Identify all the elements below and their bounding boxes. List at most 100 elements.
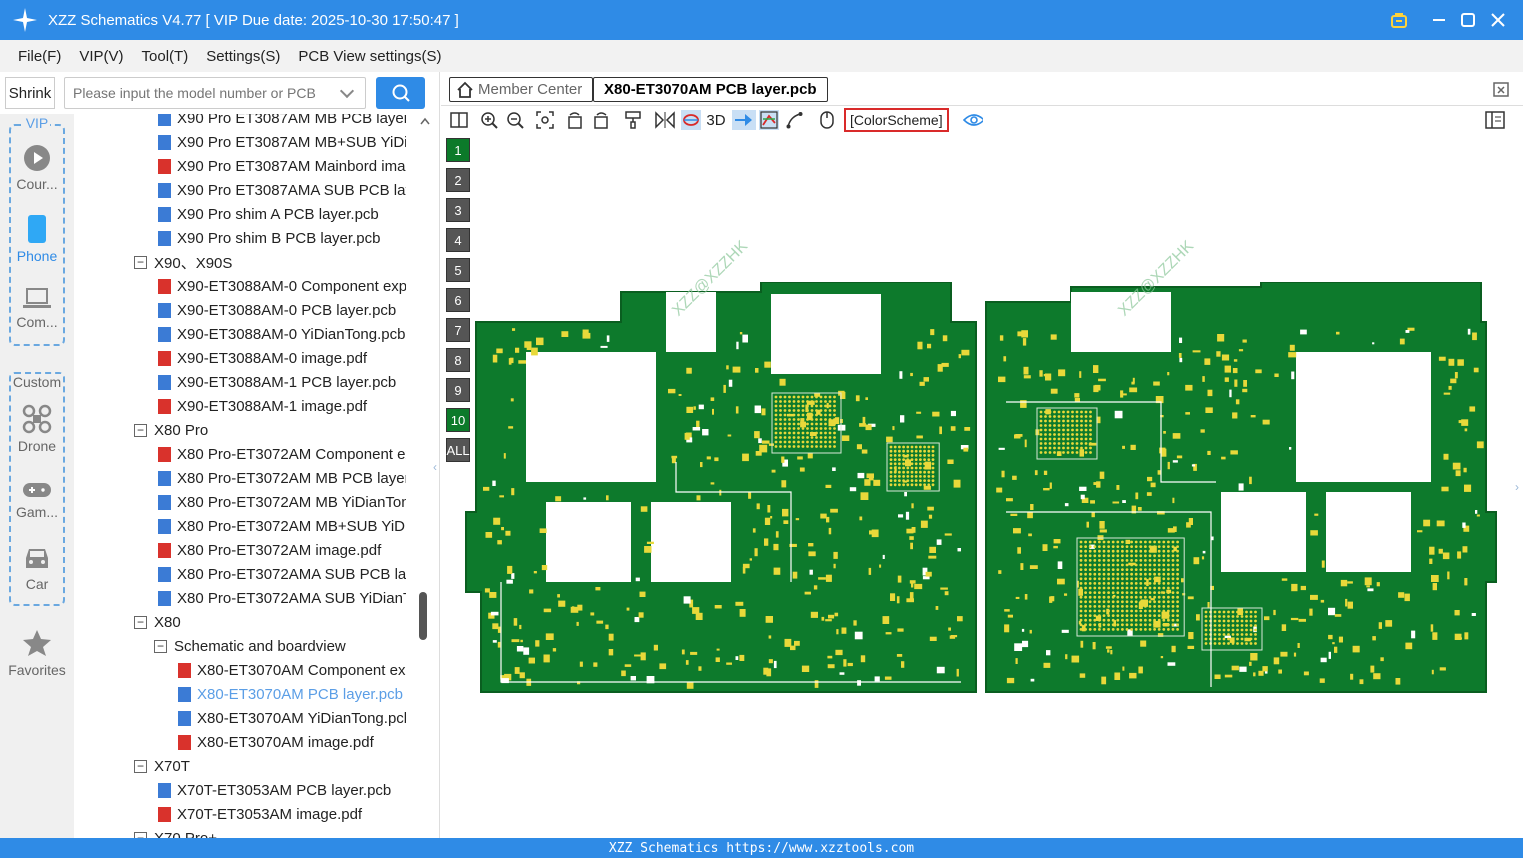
pcb-pad <box>897 628 904 632</box>
pcb-pad <box>1291 583 1298 592</box>
pcb-pad <box>1224 365 1231 373</box>
rotate-right-icon[interactable] <box>591 110 611 130</box>
tree-file[interactable]: X80 Pro-ET3072AM MB PCB layer.p <box>158 466 406 490</box>
rail-item-games[interactable]: Gam... <box>0 480 74 520</box>
collapse-left-icon[interactable]: ‹ <box>433 460 439 474</box>
tree-file[interactable]: X80 Pro-ET3072AMA SUB YiDianTo <box>158 586 406 610</box>
pcb-pad <box>1334 646 1338 653</box>
tree-folder[interactable]: − X70 Pro+ <box>134 826 406 838</box>
menu-pcb-view-settings[interactable]: PCB View settings(S) <box>298 48 441 65</box>
collapse-toggle-icon[interactable]: − <box>134 255 147 269</box>
3d-view-button[interactable]: 3D <box>705 110 727 130</box>
menu-file[interactable]: File(F) <box>18 48 61 65</box>
tree-file[interactable]: X80-ET3070AM image.pdf <box>178 730 406 754</box>
tree-file[interactable]: X90 Pro ET3087AM MB PCB layer.p <box>158 114 406 130</box>
search-button[interactable] <box>376 77 425 109</box>
tree-scrollbar[interactable] <box>420 114 430 838</box>
tree-file[interactable]: X80-ET3070AM YiDianTong.pcb <box>178 706 406 730</box>
pin-arrow-icon[interactable] <box>732 110 756 130</box>
pcb-pad <box>832 467 836 471</box>
collapse-toggle-icon[interactable]: − <box>134 423 147 437</box>
tree-folder[interactable]: − X80 <box>134 610 406 634</box>
format-painter-icon[interactable] <box>623 110 643 130</box>
tree-file[interactable]: X90-ET3088AM-0 image.pdf <box>158 346 406 370</box>
colorscheme-button[interactable]: [ColorScheme] <box>844 108 949 132</box>
tree-scrollbar-thumb[interactable] <box>419 592 427 640</box>
rail-item-favorites[interactable]: Favorites <box>0 628 74 678</box>
zoom-in-icon[interactable] <box>479 110 499 130</box>
rail-item-computer[interactable]: Com... <box>0 286 74 330</box>
tree-file[interactable]: X90 Pro ET3087AM Mainbord imag <box>158 154 406 178</box>
search-input[interactable] <box>64 77 366 109</box>
collapse-toggle-icon[interactable]: − <box>154 639 167 653</box>
tree-folder[interactable]: − X80 Pro <box>134 418 406 442</box>
collapse-toggle-icon[interactable]: − <box>134 615 147 629</box>
rail-item-car[interactable]: Car <box>0 546 74 592</box>
maximize-button[interactable] <box>1453 0 1483 40</box>
tree-file[interactable]: X80 Pro-ET3072AMA SUB PCB laye <box>158 562 406 586</box>
rail-item-courses[interactable]: Cour... <box>0 144 74 192</box>
tree-file[interactable]: X90-ET3088AM-0 PCB layer.pcb <box>158 298 406 322</box>
fit-view-icon[interactable] <box>535 110 555 130</box>
pcb-pad <box>1023 366 1029 375</box>
layer-button-2[interactable]: 2 <box>446 168 470 192</box>
tree-folder[interactable]: − X70T <box>134 754 406 778</box>
bga-ball <box>1162 600 1166 604</box>
tree-folder[interactable]: − X90、X90S <box>134 250 406 274</box>
bga-ball <box>1044 415 1047 418</box>
tree-file[interactable]: X80 Pro-ET3072AM image.pdf <box>158 538 406 562</box>
rail-item-phone[interactable]: Phone <box>0 214 74 264</box>
menu-settings[interactable]: Settings(S) <box>206 48 280 65</box>
split-view-icon[interactable] <box>449 110 469 130</box>
tree-file[interactable]: X70T-ET3053AM PCB layer.pcb <box>158 778 406 802</box>
tree-file[interactable]: X90 Pro shim B PCB layer.pcb <box>158 226 406 250</box>
collapse-right-icon[interactable]: › <box>1515 480 1521 494</box>
bga-ball <box>819 404 823 408</box>
tree-file[interactable]: X80 Pro-ET3072AM MB+SUB YiDia <box>158 514 406 538</box>
tree-file[interactable]: X80-ET3070AM Component exp <box>178 658 406 682</box>
rail-item-drone[interactable]: Drone <box>0 404 74 454</box>
layer-button-3[interactable]: 3 <box>446 198 470 222</box>
mirror-icon[interactable] <box>655 110 675 130</box>
pcb-canvas[interactable] <box>461 282 1511 702</box>
bga-ball <box>1116 605 1120 608</box>
layer-button-1[interactable]: 1 <box>446 138 470 162</box>
menu-vip[interactable]: VIP(V) <box>79 48 123 65</box>
mouse-icon[interactable] <box>817 110 837 130</box>
pdf-file-icon <box>178 734 191 750</box>
panel-toggle-icon[interactable] <box>1485 110 1505 130</box>
pcb-pad <box>1022 640 1029 648</box>
tree-file[interactable]: X80 Pro-ET3072AM Component ex <box>158 442 406 466</box>
tree-file[interactable]: X90 Pro shim A PCB layer.pcb <box>158 202 406 226</box>
tree-file[interactable]: X80 Pro-ET3072AM MB YiDianTon <box>158 490 406 514</box>
layer-button-4[interactable]: 4 <box>446 228 470 252</box>
bga-ball <box>1162 609 1166 613</box>
eye-icon[interactable] <box>963 110 983 130</box>
vip-bag-icon[interactable] <box>1384 0 1414 40</box>
bga-ball <box>1039 410 1043 414</box>
tab-pcb-layer[interactable]: X80-ET3070AM PCB layer.pcb <box>593 77 828 102</box>
tree-file[interactable]: X90-ET3088AM-0 Component expl <box>158 274 406 298</box>
trace-highlight-icon[interactable] <box>759 110 779 130</box>
tree-file[interactable]: X90-ET3088AM-1 image.pdf <box>158 394 406 418</box>
menu-tool[interactable]: Tool(T) <box>142 48 189 65</box>
tree-file[interactable]: X80-ET3070AM PCB layer.pcb <box>178 682 406 706</box>
close-tab-icon[interactable] <box>1493 80 1511 103</box>
layer-button-5[interactable]: 5 <box>446 258 470 282</box>
pcb-pad <box>582 329 589 334</box>
close-button[interactable] <box>1483 0 1513 40</box>
tree-folder[interactable]: − Schematic and boardview <box>154 634 406 658</box>
collapse-toggle-icon[interactable]: − <box>134 759 147 773</box>
minimize-button[interactable] <box>1424 0 1454 40</box>
shrink-button[interactable]: Shrink <box>5 77 55 109</box>
net-highlight-icon[interactable] <box>681 110 701 130</box>
tree-file[interactable]: X90 Pro ET3087AM MB+SUB YiDia <box>158 130 406 154</box>
tree-file[interactable]: X90-ET3088AM-1 PCB layer.pcb <box>158 370 406 394</box>
zoom-out-icon[interactable] <box>505 110 525 130</box>
measure-icon[interactable] <box>785 110 805 130</box>
tab-member-center[interactable]: Member Center <box>449 77 594 102</box>
rotate-left-icon[interactable] <box>565 110 585 130</box>
tree-file[interactable]: X70T-ET3053AM image.pdf <box>158 802 406 826</box>
tree-file[interactable]: X90-ET3088AM-0 YiDianTong.pcb <box>158 322 406 346</box>
tree-file[interactable]: X90 Pro ET3087AMA SUB PCB laye <box>158 178 406 202</box>
